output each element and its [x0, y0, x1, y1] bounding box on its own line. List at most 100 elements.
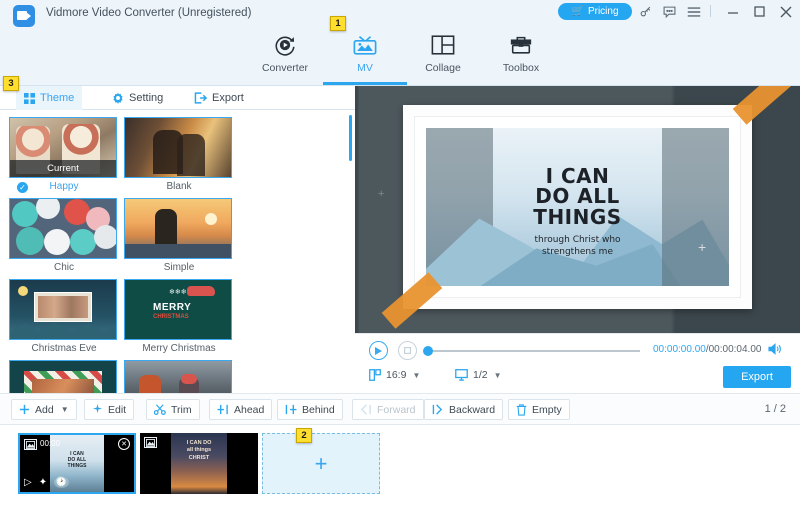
export-button[interactable]: Export: [723, 366, 791, 388]
timeline-clip[interactable]: I CAN DO all things CHRIST: [140, 433, 258, 494]
play-icon[interactable]: [369, 341, 388, 360]
timeline-clip[interactable]: I CAN DO ALL THINGS 00:00 ✕ ▷ ✦ 🕑: [18, 433, 136, 494]
backward-button[interactable]: Backward: [424, 399, 503, 420]
plus-icon: +: [698, 239, 706, 255]
nav-underline-active: [323, 82, 407, 85]
preview-headline-1: I CAN: [426, 166, 729, 186]
ahead-button[interactable]: Ahead: [209, 399, 272, 420]
theme-name: Blank: [124, 181, 234, 192]
nav-label-toolbox: Toolbox: [503, 62, 539, 74]
theme-item[interactable]: Chic: [9, 198, 119, 273]
theme-list-scroll[interactable]: Current ✓ Happy Blank: [0, 110, 355, 393]
theme-thumbnail[interactable]: [124, 360, 232, 393]
magic-wand-icon[interactable]: ✦: [39, 477, 47, 488]
trim-button[interactable]: Trim: [146, 399, 200, 420]
photo-frame-inner: I CAN DO ALL THINGS through Christ who s…: [414, 116, 741, 298]
theme-thumbnail[interactable]: [9, 198, 117, 259]
grid-icon: [24, 93, 35, 104]
left-panel-tabs: Theme Setting Export: [0, 86, 355, 110]
minimize-icon[interactable]: [724, 3, 742, 20]
theme-thumbnail[interactable]: [9, 360, 117, 393]
theme-name: ✓ Happy: [9, 181, 119, 192]
close-circle-icon[interactable]: ✕: [118, 438, 130, 450]
title-bar: Vidmore Video Converter (Unregistered) 🛒…: [0, 0, 800, 86]
nav-tab-mv[interactable]: MV: [323, 26, 407, 84]
nav-tab-toolbox[interactable]: Toolbox: [479, 26, 563, 84]
theme-thumbnail[interactable]: [124, 198, 232, 259]
forward-button[interactable]: Forward: [352, 399, 424, 420]
edit-label: Edit: [108, 404, 126, 416]
toolbar-divider: [710, 5, 711, 17]
preview-image: I CAN DO ALL THINGS through Christ who s…: [426, 128, 729, 286]
clip-mini-text: I CAN DO ALL THINGS: [50, 452, 105, 469]
key-icon[interactable]: [636, 3, 654, 20]
volume-icon[interactable]: [768, 343, 782, 355]
timeline-strip: I CAN DO ALL THINGS 00:00 ✕ ▷ ✦ 🕑: [0, 425, 800, 512]
theme-name: Merry Christmas: [124, 343, 234, 354]
clip-tools: ▷ ✦ 🕑: [24, 477, 69, 488]
preview-text-overlay: I CAN DO ALL THINGS through Christ who s…: [426, 166, 729, 258]
timeline-add-slot[interactable]: +: [262, 433, 380, 494]
theme-name: Christmas Eve: [9, 343, 119, 354]
nav-tab-collage[interactable]: Collage: [401, 26, 485, 84]
aspect-ratio-dropdown[interactable]: 16:9 ▼: [369, 369, 420, 381]
theme-thumbnail[interactable]: Current: [9, 117, 117, 178]
tab-export[interactable]: Export: [186, 86, 252, 110]
edit-toolbar: Add ▼ Edit Trim: [0, 393, 800, 425]
theme-grid: Current ✓ Happy Blank: [0, 110, 345, 393]
empty-label: Empty: [532, 404, 562, 416]
clip-mini-line-3: CHRIST: [171, 455, 228, 462]
hamburger-menu-icon[interactable]: [685, 3, 703, 20]
preview-corner-marker-icon: +: [378, 188, 384, 200]
image-icon: [24, 439, 37, 450]
tab-setting[interactable]: Setting: [104, 86, 171, 110]
clip-mini-text: I CAN DO all things CHRIST: [171, 440, 228, 461]
stop-icon[interactable]: [398, 341, 417, 360]
add-label: Add: [35, 404, 54, 416]
feedback-icon[interactable]: [660, 3, 678, 20]
app-window: Vidmore Video Converter (Unregistered) 🛒…: [0, 0, 800, 512]
theme-item[interactable]: Santa Claus: [9, 360, 119, 393]
pricing-button[interactable]: 🛒 Pricing: [558, 3, 632, 20]
clock-icon[interactable]: 🕑: [54, 477, 68, 488]
theme-item[interactable]: MERRY CHRISTMAS ❄❄❄ Merry Christmas: [124, 279, 234, 354]
app-title: Vidmore Video Converter (Unregistered): [46, 7, 251, 19]
preview-headline-3: THINGS: [426, 207, 729, 227]
theme-label: Happy: [50, 181, 79, 192]
theme-item[interactable]: Current ✓ Happy: [9, 117, 119, 192]
behind-button[interactable]: Behind: [277, 399, 343, 420]
playback-knob[interactable]: [423, 346, 433, 356]
forward-label: Forward: [377, 404, 416, 416]
nav-tab-converter[interactable]: Converter: [243, 26, 327, 84]
play-icon[interactable]: ▷: [24, 477, 32, 488]
aspect-ratio-value: 16:9: [386, 369, 406, 381]
theme-thumbnail[interactable]: [9, 279, 117, 340]
theme-thumbnail[interactable]: MERRY CHRISTMAS ❄❄❄: [124, 279, 232, 340]
export-icon: [194, 92, 207, 104]
mv-icon: [352, 30, 378, 60]
tab-theme-label: Theme: [40, 92, 74, 104]
forward-icon: [360, 404, 372, 415]
empty-button[interactable]: Empty: [508, 399, 570, 420]
add-button[interactable]: Add ▼: [11, 399, 77, 420]
theme-item[interactable]: Modern Life: [124, 360, 234, 393]
theme-item[interactable]: Simple: [124, 198, 234, 273]
close-icon[interactable]: [777, 3, 795, 20]
edit-button[interactable]: Edit: [84, 399, 134, 420]
theme-item[interactable]: Blank: [124, 117, 234, 192]
app-logo-icon: [13, 5, 35, 27]
playback-progress-slider[interactable]: [428, 350, 640, 352]
theme-thumbnail[interactable]: [124, 117, 232, 178]
screen-ratio-dropdown[interactable]: 1/2 ▼: [455, 369, 502, 381]
collage-icon: [431, 30, 455, 60]
clip-timestamp: 00:00: [40, 439, 60, 448]
backward-icon: [432, 404, 444, 415]
backward-label: Backward: [449, 404, 495, 416]
theme-item[interactable]: Christmas Eve: [9, 279, 119, 354]
maximize-icon[interactable]: [750, 3, 768, 20]
preview-area: + I CAN DO ALL THINGS through Christ who…: [355, 86, 800, 333]
theme-scrollbar[interactable]: [349, 115, 352, 161]
plus-icon: +: [315, 453, 328, 475]
chevron-down-icon[interactable]: ▼: [61, 405, 69, 414]
tab-theme[interactable]: Theme: [16, 86, 82, 110]
